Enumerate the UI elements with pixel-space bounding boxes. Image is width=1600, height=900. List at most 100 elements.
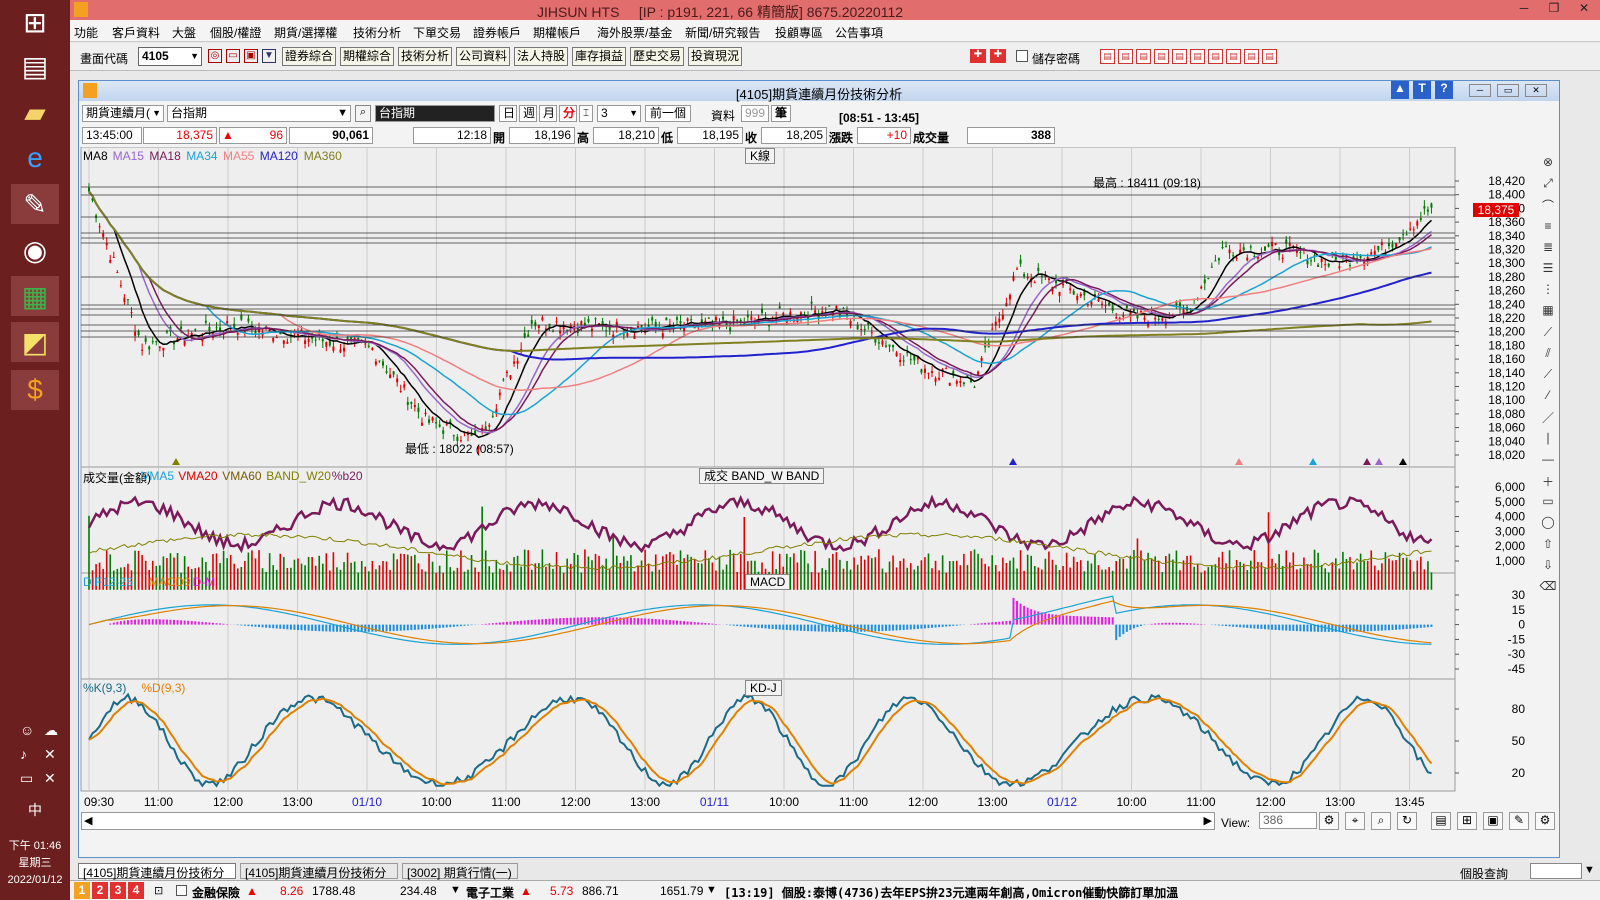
task-view-icon[interactable]: ▤	[11, 46, 59, 86]
menu-item-6[interactable]: 下單交易	[413, 24, 461, 41]
tab-3002[interactable]: [3002] 期貨行情(一)	[402, 863, 518, 880]
tray-cloud-icon[interactable]: ☁	[44, 722, 58, 739]
toolbar-button-6[interactable]: 歷史交易	[630, 47, 684, 66]
menu-item-7[interactable]: 證券帳戶	[473, 24, 521, 41]
flag2-icon[interactable]: ✚	[990, 49, 1006, 63]
electronics-dropdown-icon[interactable]: ▼	[706, 884, 717, 896]
tool-shortcut-icon[interactable]: ▤	[1154, 49, 1169, 64]
chart-tool-icon[interactable]: ⌖	[1345, 812, 1365, 830]
toolbar-button-3[interactable]: 公司資料	[456, 47, 510, 66]
menu-item-10[interactable]: 新聞/研究報告	[685, 24, 760, 41]
tool-shortcut-icon[interactable]: ▤	[1226, 49, 1241, 64]
prev-button[interactable]: 前一個	[645, 105, 691, 122]
menu-item-0[interactable]: 功能	[74, 24, 98, 41]
product-select[interactable]: 期貨連續月(▼	[82, 105, 164, 122]
sticky-notes-icon[interactable]: ◩	[11, 322, 59, 362]
drawing-tool-icon[interactable]: ⁄	[1539, 388, 1557, 404]
drawing-tool-icon[interactable]: ▦	[1539, 303, 1557, 319]
tool-shortcut-icon[interactable]: ▤	[1118, 49, 1133, 64]
paint-icon[interactable]: ✎	[11, 184, 59, 224]
chrome-icon[interactable]: ◉	[11, 230, 59, 270]
drawing-tool-icon[interactable]: ⟋	[1539, 367, 1557, 383]
period-day-button[interactable]: 日	[499, 105, 517, 122]
technical-chart[interactable]: 18,42018,40018,38018,36018,34018,32018,3…	[79, 147, 1559, 837]
drawing-tool-icon[interactable]: ⫽	[1539, 346, 1557, 362]
tool-shortcut-icon[interactable]: ▤	[1172, 49, 1187, 64]
period-minute-button[interactable]: 分	[559, 105, 577, 122]
scroll-left-icon[interactable]: ◀	[84, 814, 92, 827]
chart-tool-icon[interactable]: ▤	[1431, 812, 1451, 830]
help-icon[interactable]: ?	[1435, 81, 1453, 99]
horizontal-scrollbar[interactable]: ◀ ▶	[81, 812, 1215, 830]
ie-browser-icon[interactable]: e	[11, 138, 59, 178]
news-ticker[interactable]: [13:19] 個股:泰博(4736)去年EPS拚23元連兩年創高,Omicro…	[724, 884, 1178, 900]
save-password-checkbox[interactable]	[1016, 50, 1028, 62]
period-week-button[interactable]: 週	[519, 105, 537, 122]
inner-minimize-button[interactable]: ─	[1469, 84, 1491, 97]
jihsun-app-icon[interactable]: $	[11, 370, 59, 410]
screen-code-input[interactable]: 4105 ▼	[138, 47, 202, 66]
restore-button[interactable]: ❐	[1540, 1, 1568, 18]
chart-tool-icon[interactable]: ↻	[1397, 812, 1417, 830]
ime-indicator[interactable]: 中	[28, 800, 42, 820]
tool-shortcut-icon[interactable]: ▤	[1190, 49, 1205, 64]
chart-tool-icon[interactable]: ▣	[1483, 812, 1503, 830]
drawing-tool-icon[interactable]: ◯	[1539, 515, 1557, 531]
tool-shortcut-icon[interactable]: ▤	[1100, 49, 1115, 64]
menu-item-3[interactable]: 個股/權證	[210, 24, 261, 41]
window-icon[interactable]: ▭	[226, 49, 240, 63]
chart-tool-icon[interactable]: ⚙	[1535, 812, 1555, 830]
menu-item-12[interactable]: 公告事項	[835, 24, 883, 41]
windows-start-icon[interactable]: ⊞	[11, 2, 59, 42]
template-icon[interactable]: T	[1413, 81, 1431, 99]
menu-item-4[interactable]: 期貨/選擇權	[274, 24, 337, 41]
tray-network-icon[interactable]: ✕	[44, 746, 56, 763]
menu-item-9[interactable]: 海外股票/基金	[597, 24, 672, 41]
toolbar-button-2[interactable]: 技術分析	[398, 47, 452, 66]
drawing-tool-icon[interactable]: ≣	[1539, 240, 1557, 256]
tab-4105-a[interactable]: [4105]期貨連續月份技術分析	[78, 863, 236, 897]
minute-interval-select[interactable]: 3 ▼	[597, 105, 641, 122]
search-icon[interactable]: ⌕	[355, 105, 371, 122]
close-button[interactable]: ✕	[1570, 1, 1598, 18]
stock-query-input[interactable]	[1530, 863, 1582, 879]
file-explorer-icon[interactable]: ▰	[11, 92, 59, 132]
chart-tool-icon[interactable]: ⌕	[1371, 812, 1391, 830]
stock-query-dropdown-icon[interactable]: ▼	[1584, 864, 1595, 876]
tool-shortcut-icon[interactable]: ▤	[1208, 49, 1223, 64]
period-month-button[interactable]: 月	[539, 105, 557, 122]
drawing-tool-icon[interactable]: ⟋	[1539, 325, 1557, 341]
inner-close-button[interactable]: ✕	[1525, 84, 1547, 97]
drawing-tool-icon[interactable]: ⌫	[1539, 579, 1557, 595]
drawing-tool-icon[interactable]: ⇩	[1539, 558, 1557, 574]
toolbar-button-5[interactable]: 庫存損益	[572, 47, 626, 66]
scroll-right-icon[interactable]: ▶	[1204, 814, 1212, 827]
tool-shortcut-icon[interactable]: ▤	[1136, 49, 1151, 64]
drawing-tool-icon[interactable]: ⋮	[1539, 282, 1557, 298]
lock-icon[interactable]: ⊡	[154, 884, 163, 897]
menu-item-2[interactable]: 大盤	[172, 24, 196, 41]
tool-shortcut-icon[interactable]: ▤	[1244, 49, 1259, 64]
drawing-tool-icon[interactable]: ＋	[1539, 473, 1557, 489]
period-type-icon[interactable]: ⌶	[579, 105, 593, 122]
drawing-tool-icon[interactable]: ⌒	[1539, 197, 1557, 213]
spreadsheet-icon[interactable]: ▦	[11, 276, 59, 316]
drawing-tool-icon[interactable]: ▭	[1539, 494, 1557, 510]
tray-speaker-icon[interactable]: ♪	[20, 746, 27, 762]
insurance-dropdown-icon[interactable]: ▼	[450, 884, 461, 896]
drawing-tool-icon[interactable]: ⊗	[1539, 155, 1557, 171]
tray-mute-icon[interactable]: ✕	[44, 770, 56, 787]
chart-tool-icon[interactable]: ✎	[1509, 812, 1529, 830]
status-tab-4[interactable]: 4	[128, 882, 144, 899]
drawing-tool-icon[interactable]: ⤢	[1539, 176, 1557, 192]
drawing-tool-icon[interactable]: ∣	[1539, 431, 1557, 447]
chart-tool-icon[interactable]: ⊞	[1457, 812, 1477, 830]
toolbar-button-0[interactable]: 證券綜合	[282, 47, 336, 66]
view-input[interactable]: 386	[1259, 812, 1317, 829]
status-tab-3[interactable]: 3	[110, 882, 126, 899]
drawing-tool-icon[interactable]: ☰	[1539, 261, 1557, 277]
drawing-tool-icon[interactable]: —	[1539, 452, 1557, 468]
menu-item-11[interactable]: 投顧專區	[775, 24, 823, 41]
commodity-input[interactable]: 台指期 ▼	[167, 105, 351, 122]
tab-4105-b[interactable]: [4105]期貨連續月份技術分析	[240, 863, 398, 897]
